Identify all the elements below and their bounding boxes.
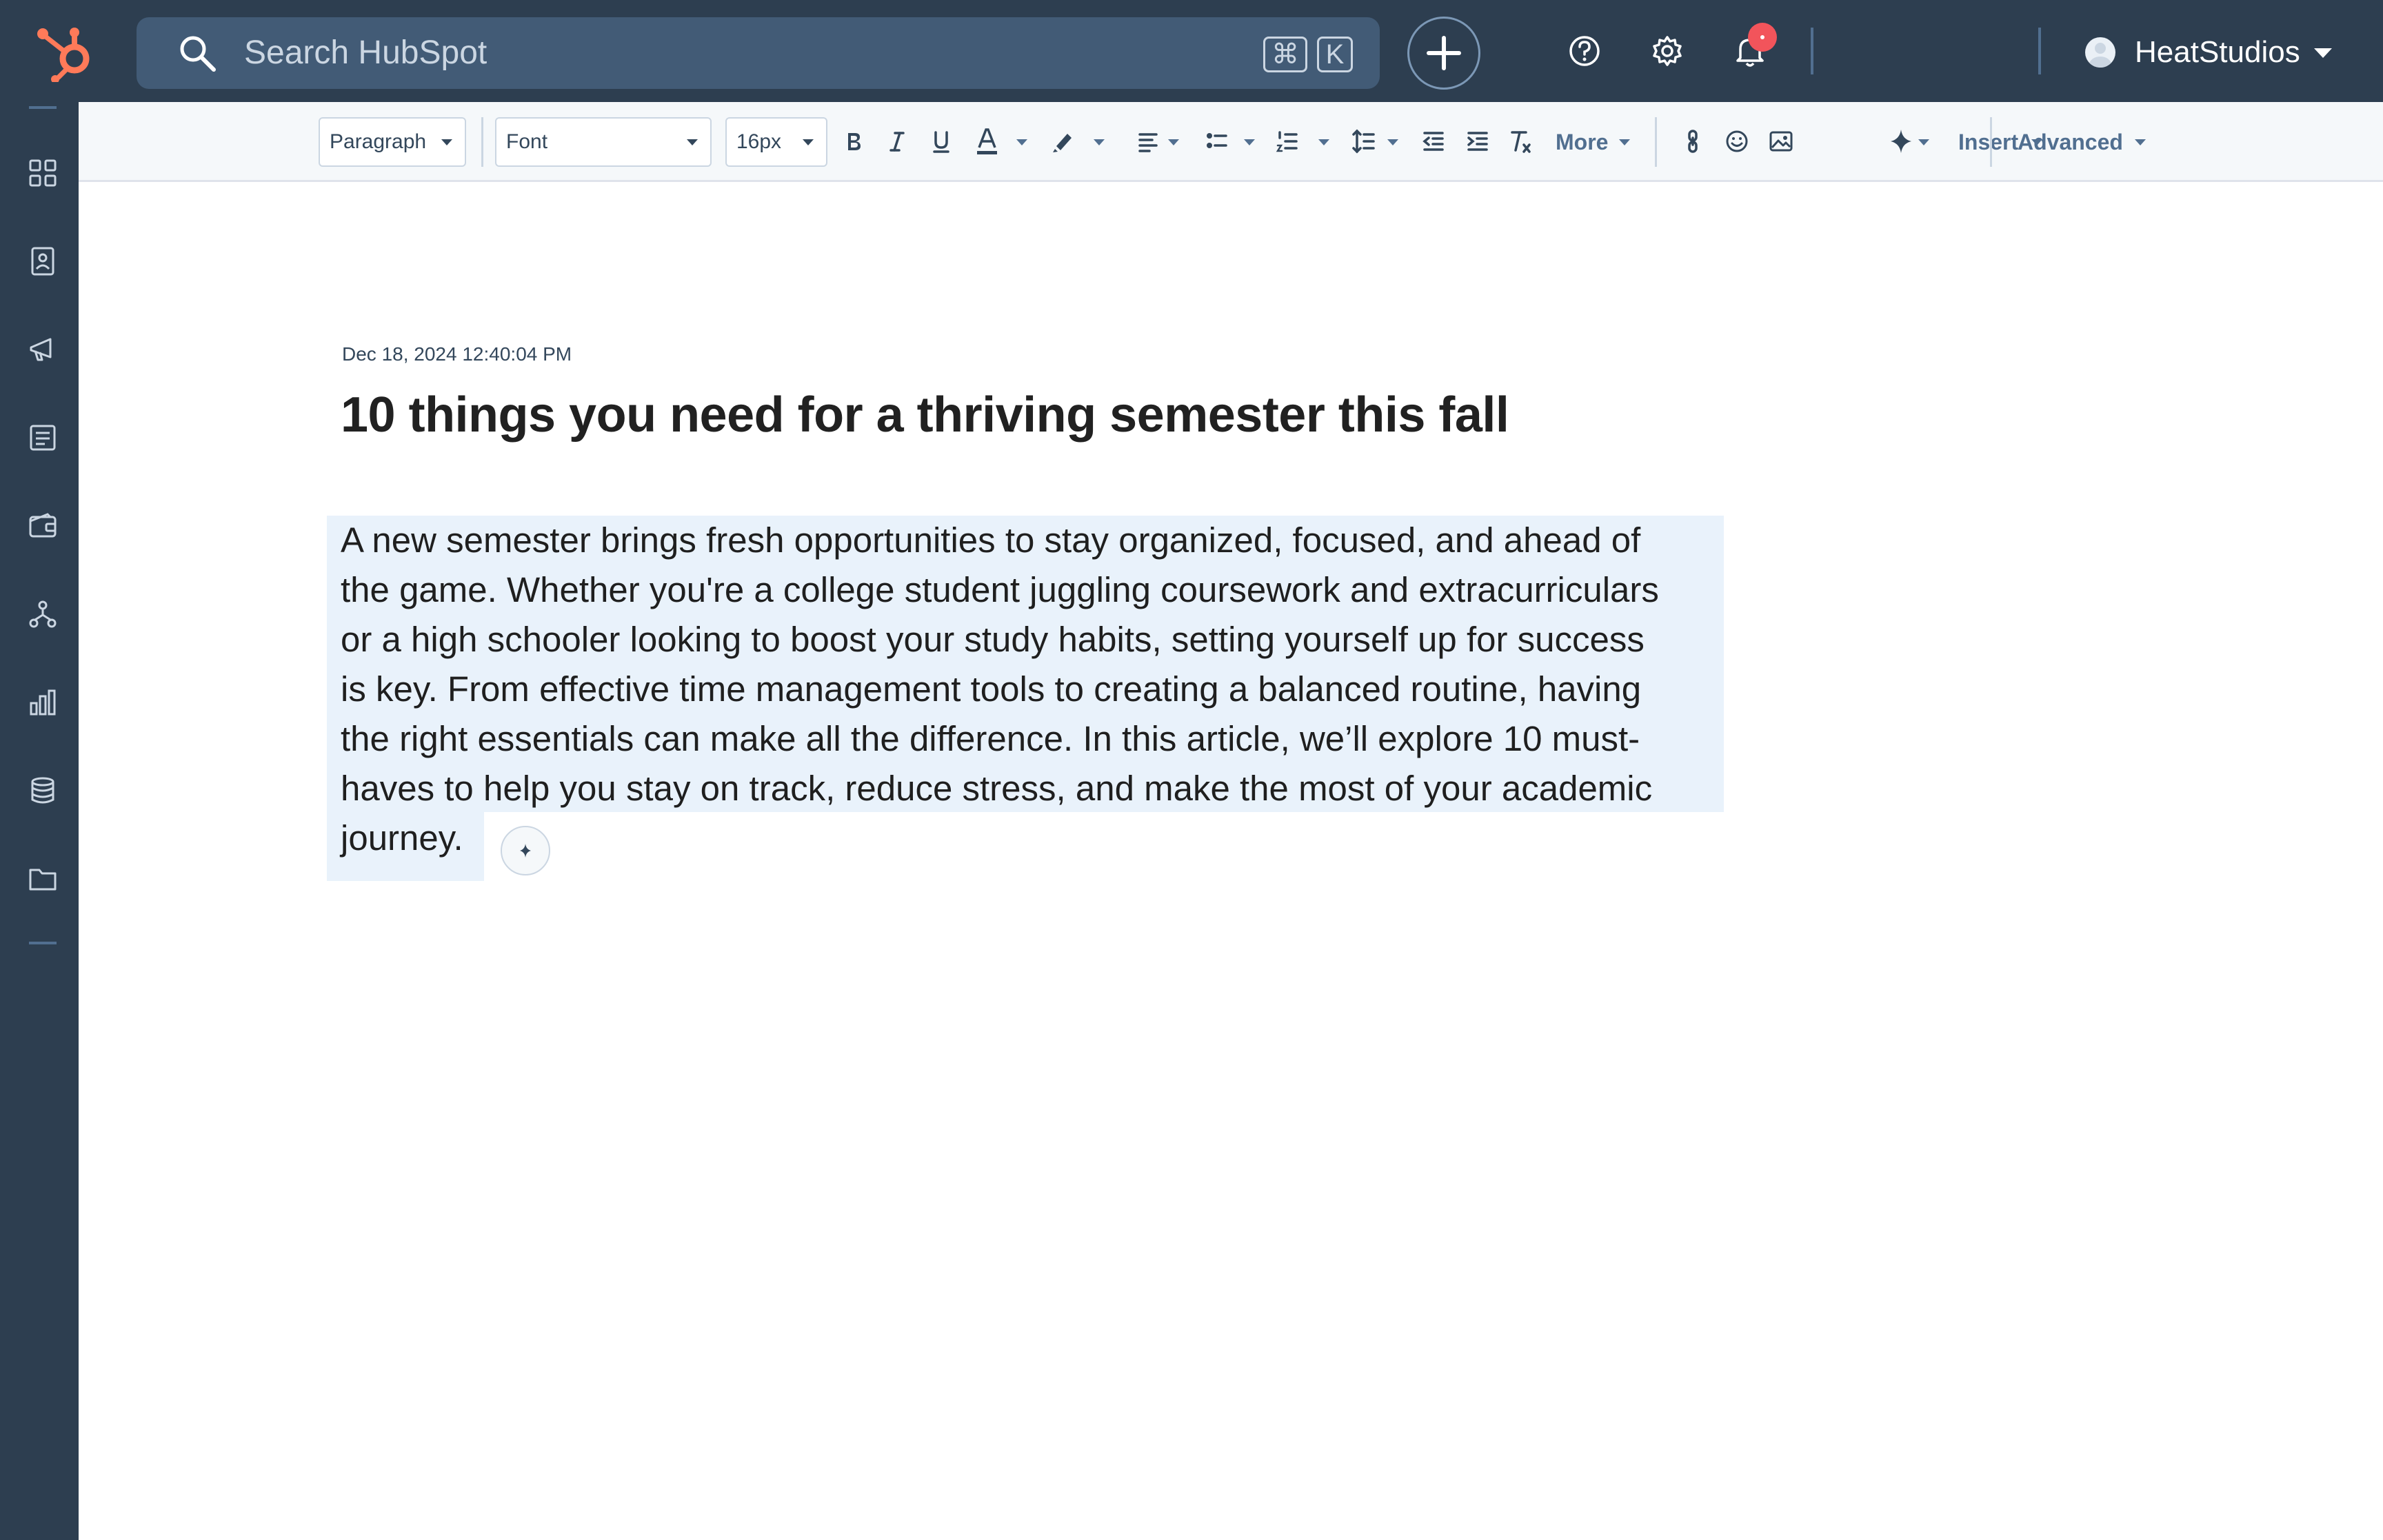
toolbar-divider <box>481 117 483 167</box>
commerce-icon[interactable] <box>27 510 59 542</box>
italic-icon[interactable] <box>880 124 914 159</box>
ai-sparkle-icon[interactable] <box>1884 124 1918 159</box>
reporting-icon[interactable] <box>27 687 59 718</box>
side-divider <box>29 942 57 944</box>
nav-divider <box>2038 28 2041 74</box>
chevron-down-icon[interactable] <box>1244 139 1255 145</box>
chevron-down-icon[interactable] <box>1619 139 1630 145</box>
paragraph-line: the right essentials can make all the di… <box>341 719 1640 758</box>
side-divider <box>29 106 57 109</box>
underline-icon[interactable] <box>924 124 958 159</box>
font-select[interactable]: Font <box>495 117 712 167</box>
image-icon[interactable] <box>1764 124 1798 159</box>
block-style-select[interactable]: Paragraph <box>319 117 466 167</box>
clear-formatting-icon[interactable] <box>1503 124 1538 159</box>
content-icon[interactable] <box>27 422 59 454</box>
chevron-down-icon[interactable] <box>1387 139 1398 145</box>
avatar[interactable] <box>2085 37 2115 68</box>
side-navigation <box>0 102 79 1540</box>
chevron-down-icon[interactable] <box>1094 139 1105 145</box>
bullet-list-icon[interactable] <box>1200 124 1234 159</box>
insert-menu[interactable]: Insert <box>1958 127 2018 157</box>
search-icon <box>180 36 216 72</box>
search-bar[interactable]: Search HubSpot ⌘ K <box>137 17 1380 89</box>
notification-badge <box>1748 23 1777 52</box>
numbered-list-icon[interactable] <box>1270 124 1305 159</box>
paragraph-line: or a high schooler looking to boost your… <box>341 620 1645 659</box>
ai-sparkle-icon <box>520 844 531 858</box>
top-navigation: Search HubSpot ⌘ K HeatStudios <box>0 0 2383 102</box>
post-body-paragraph[interactable]: A new semester brings fresh opportunitie… <box>341 516 1720 863</box>
paragraph-line: A new semester brings fresh opportunitie… <box>341 520 1641 560</box>
toolbar-divider <box>1990 117 1992 167</box>
contacts-icon[interactable] <box>27 245 59 277</box>
chevron-down-icon[interactable] <box>2135 139 2146 145</box>
gear-icon[interactable] <box>1648 32 1687 70</box>
text-color-icon[interactable] <box>969 124 1004 159</box>
shortcut-cmd-key: ⌘ <box>1263 37 1307 72</box>
toolbar-divider <box>1655 117 1657 167</box>
font-size-value: 16px <box>736 130 782 153</box>
align-icon[interactable] <box>1131 124 1165 159</box>
chevron-down-icon <box>441 139 452 145</box>
paragraph-line: is key. From effective time management t… <box>341 669 1642 709</box>
shortcut-k-key: K <box>1317 37 1353 72</box>
plus-icon <box>1427 36 1461 70</box>
chevron-down-icon[interactable] <box>1168 139 1179 145</box>
more-menu[interactable]: More <box>1556 127 1608 157</box>
advanced-menu[interactable]: Advanced <box>2018 127 2123 157</box>
chevron-down-icon <box>803 139 814 145</box>
emoji-icon[interactable] <box>1720 124 1754 159</box>
chevron-down-icon <box>687 139 698 145</box>
ai-assist-button[interactable] <box>501 826 550 875</box>
data-icon[interactable] <box>27 775 59 807</box>
chevron-down-icon[interactable] <box>1016 139 1027 145</box>
help-icon[interactable] <box>1565 32 1604 70</box>
chevron-down-icon[interactable] <box>1318 139 1329 145</box>
create-button[interactable] <box>1407 17 1480 90</box>
font-value: Font <box>506 130 548 153</box>
paragraph-line: haves to help you stay on track, reduce … <box>341 769 1653 808</box>
chevron-down-icon[interactable] <box>1918 139 1929 145</box>
font-size-select[interactable]: 16px <box>725 117 827 167</box>
search-input[interactable]: Search HubSpot <box>244 35 487 71</box>
bold-icon[interactable] <box>836 124 870 159</box>
marketing-icon[interactable] <box>27 334 59 365</box>
link-icon[interactable] <box>1676 124 1710 159</box>
highlight-icon[interactable] <box>1045 124 1080 159</box>
post-timestamp: Dec 18, 2024 12:40:04 PM <box>342 343 572 365</box>
chevron-down-icon[interactable] <box>2314 48 2332 58</box>
nav-divider <box>1811 28 1813 74</box>
paragraph-line: the game. Whether you're a college stude… <box>341 570 1659 609</box>
outdent-icon[interactable] <box>1416 124 1451 159</box>
automation-icon[interactable] <box>27 598 59 630</box>
account-name[interactable]: HeatStudios <box>2135 34 2300 70</box>
hubspot-logo[interactable] <box>34 23 97 82</box>
post-title[interactable]: 10 things you need for a thriving semest… <box>341 382 1509 448</box>
editor-toolbar: Paragraph Font 16px More Insert Advanced <box>79 102 2383 182</box>
library-icon[interactable] <box>27 863 59 895</box>
indent-icon[interactable] <box>1460 124 1495 159</box>
bookmarks-icon[interactable] <box>27 157 59 189</box>
block-style-value: Paragraph <box>330 130 427 153</box>
line-height-icon[interactable] <box>1347 124 1382 159</box>
